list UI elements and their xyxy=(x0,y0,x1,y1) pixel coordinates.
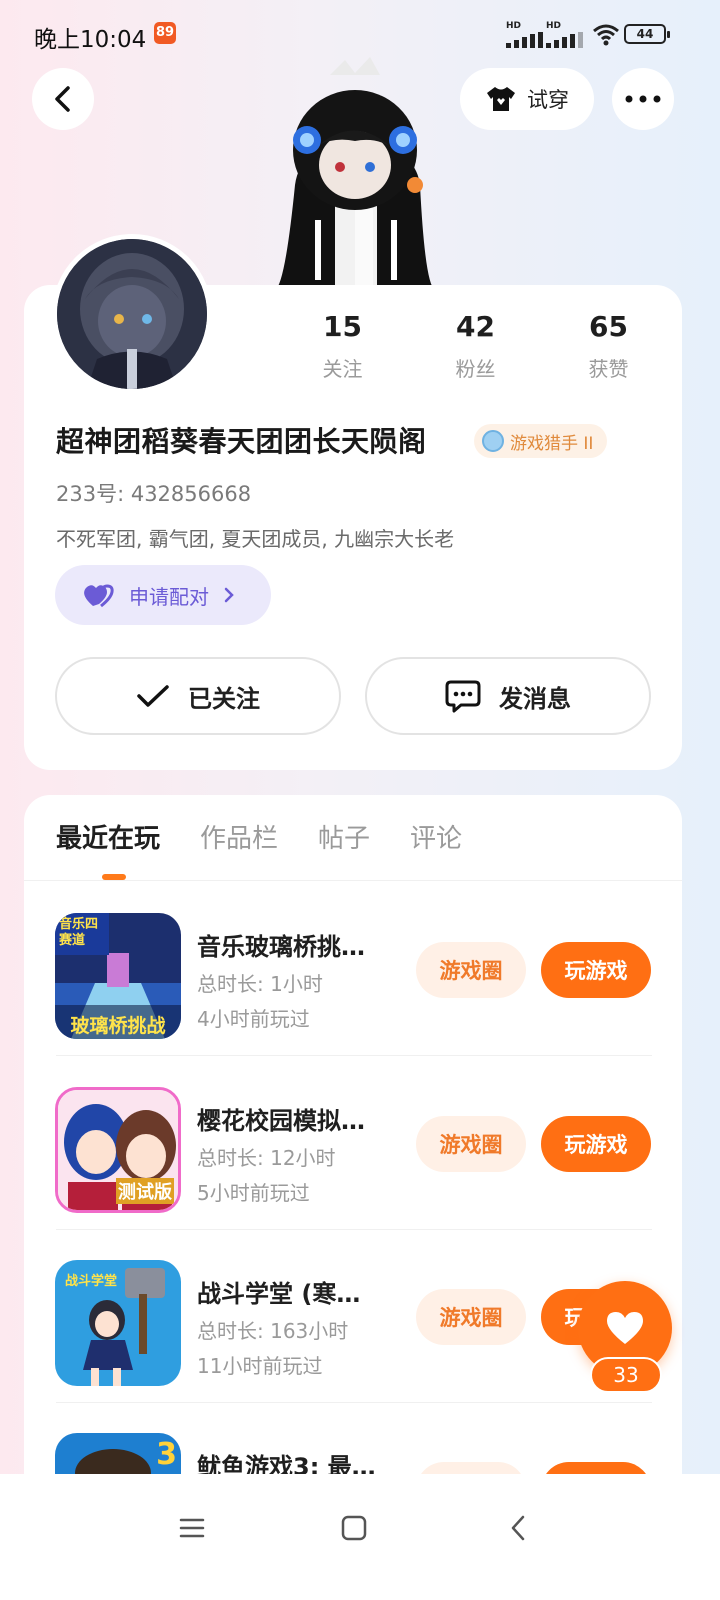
game-duration: 总时长: 163小时 xyxy=(197,1319,349,1343)
chevron-right-icon xyxy=(224,587,234,603)
status-time: 晚上10:04 xyxy=(34,27,147,53)
game-icon[interactable]: 测试版 xyxy=(55,1087,181,1213)
message-label: 发消息 xyxy=(499,684,571,713)
stat-label: 获赞 xyxy=(588,357,629,381)
stat-likes[interactable]: 65 获赞 xyxy=(542,310,675,382)
following-button[interactable]: 已关注 xyxy=(55,657,341,735)
stat-followers[interactable]: 42 粉丝 xyxy=(409,310,542,382)
system-nav-bar xyxy=(0,1474,720,1600)
game-duration: 总时长: 1小时 xyxy=(197,972,323,996)
divider xyxy=(24,880,682,881)
game-circle-button[interactable]: 游戏圈 xyxy=(416,942,526,998)
stat-value: 65 xyxy=(589,310,628,343)
signal-hd-label: HD xyxy=(546,21,562,31)
profile-tabs: 最近在玩 作品栏 帖子 评论 xyxy=(56,818,462,855)
stat-value: 42 xyxy=(456,310,495,343)
play-game-button[interactable]: 玩游戏 xyxy=(541,1116,651,1172)
game-row[interactable]: 测试版 樱花校园模拟… 总时长: 12小时 5小时前玩过 游戏圈 玩游戏 xyxy=(24,1058,682,1230)
tab-works[interactable]: 作品栏 xyxy=(200,818,278,855)
tab-recently-played[interactable]: 最近在玩 xyxy=(56,818,160,855)
chevron-left-icon xyxy=(55,86,70,112)
game-duration: 总时长: 12小时 xyxy=(197,1146,336,1170)
back-button[interactable] xyxy=(32,68,94,130)
pair-request-label: 申请配对 xyxy=(129,584,209,609)
stat-value: 15 xyxy=(323,310,362,343)
chat-bubble-icon xyxy=(445,680,481,713)
tab-posts[interactable]: 帖子 xyxy=(318,818,370,855)
game-last-played: 11小时前玩过 xyxy=(197,1354,323,1378)
pair-request-button[interactable]: 申请配对 xyxy=(55,565,271,625)
more-button[interactable] xyxy=(612,68,674,130)
message-button[interactable]: 发消息 xyxy=(365,657,651,735)
menu-nav-button[interactable] xyxy=(172,1508,212,1548)
more-dots-icon xyxy=(625,95,661,103)
following-label: 已关注 xyxy=(188,684,260,713)
back-nav-button[interactable] xyxy=(498,1508,538,1548)
home-nav-button[interactable] xyxy=(334,1508,374,1548)
wifi-icon xyxy=(593,24,619,46)
game-icon[interactable]: 音乐四赛道 玻璃桥挑战 xyxy=(55,913,181,1039)
hunter-badge-icon xyxy=(482,430,504,452)
battery-icon: 44 xyxy=(624,24,670,44)
carrier-badge: 89 xyxy=(154,22,176,44)
level-badge-label: 游戏猎手 II xyxy=(510,433,594,454)
game-title: 战斗学堂 (寒… xyxy=(197,1280,361,1308)
like-count: 33 xyxy=(590,1357,662,1393)
game-icon-text: 音乐四赛道 xyxy=(59,917,99,948)
game-last-played: 5小时前玩过 xyxy=(197,1181,310,1205)
stat-following[interactable]: 15 关注 xyxy=(276,310,409,382)
try-on-button[interactable]: 试穿 xyxy=(460,68,594,130)
username: 超神团稻葵春天团团长天陨阁 xyxy=(56,425,427,458)
shirt-icon xyxy=(487,87,515,111)
game-icon-text: 3 xyxy=(156,1437,177,1472)
game-title: 音乐玻璃桥挑… xyxy=(197,933,365,961)
signal-hd-label: HD xyxy=(506,21,522,31)
game-last-played: 4小时前玩过 xyxy=(197,1007,310,1031)
game-icon-text: 战斗学堂 xyxy=(65,1274,118,1289)
hearts-icon xyxy=(84,584,114,608)
try-on-label: 试穿 xyxy=(527,88,569,112)
user-id: 233号: 432856668 xyxy=(56,482,252,506)
avatar[interactable] xyxy=(52,234,212,394)
heart-icon xyxy=(607,1312,643,1344)
bio: 不死军团, 霸气团, 夏天团成员, 九幽宗大长老 xyxy=(56,527,455,551)
play-game-button[interactable]: 玩游戏 xyxy=(541,942,651,998)
menu-icon xyxy=(179,1518,205,1538)
game-icon-text: 测试版 xyxy=(116,1178,174,1204)
game-row[interactable]: 音乐四赛道 玻璃桥挑战 音乐玻璃桥挑… 总时长: 1小时 4小时前玩过 游戏圈 … xyxy=(24,884,682,1056)
game-icon-text: 玻璃桥挑战 xyxy=(70,1015,166,1037)
chevron-left-icon xyxy=(511,1515,525,1541)
stat-label: 关注 xyxy=(322,357,363,381)
game-circle-button[interactable]: 游戏圈 xyxy=(416,1289,526,1345)
square-icon xyxy=(341,1515,367,1541)
game-icon[interactable]: 战斗学堂 xyxy=(55,1260,181,1386)
check-icon xyxy=(137,685,169,707)
level-badge[interactable]: 游戏猎手 II xyxy=(474,424,608,458)
character-figure xyxy=(275,57,435,290)
tab-comments[interactable]: 评论 xyxy=(410,818,462,855)
stat-label: 粉丝 xyxy=(455,357,496,381)
stats: 15 关注 42 粉丝 65 获赞 xyxy=(276,310,676,382)
game-title: 樱花校园模拟… xyxy=(197,1107,365,1135)
game-circle-button[interactable]: 游戏圈 xyxy=(416,1116,526,1172)
